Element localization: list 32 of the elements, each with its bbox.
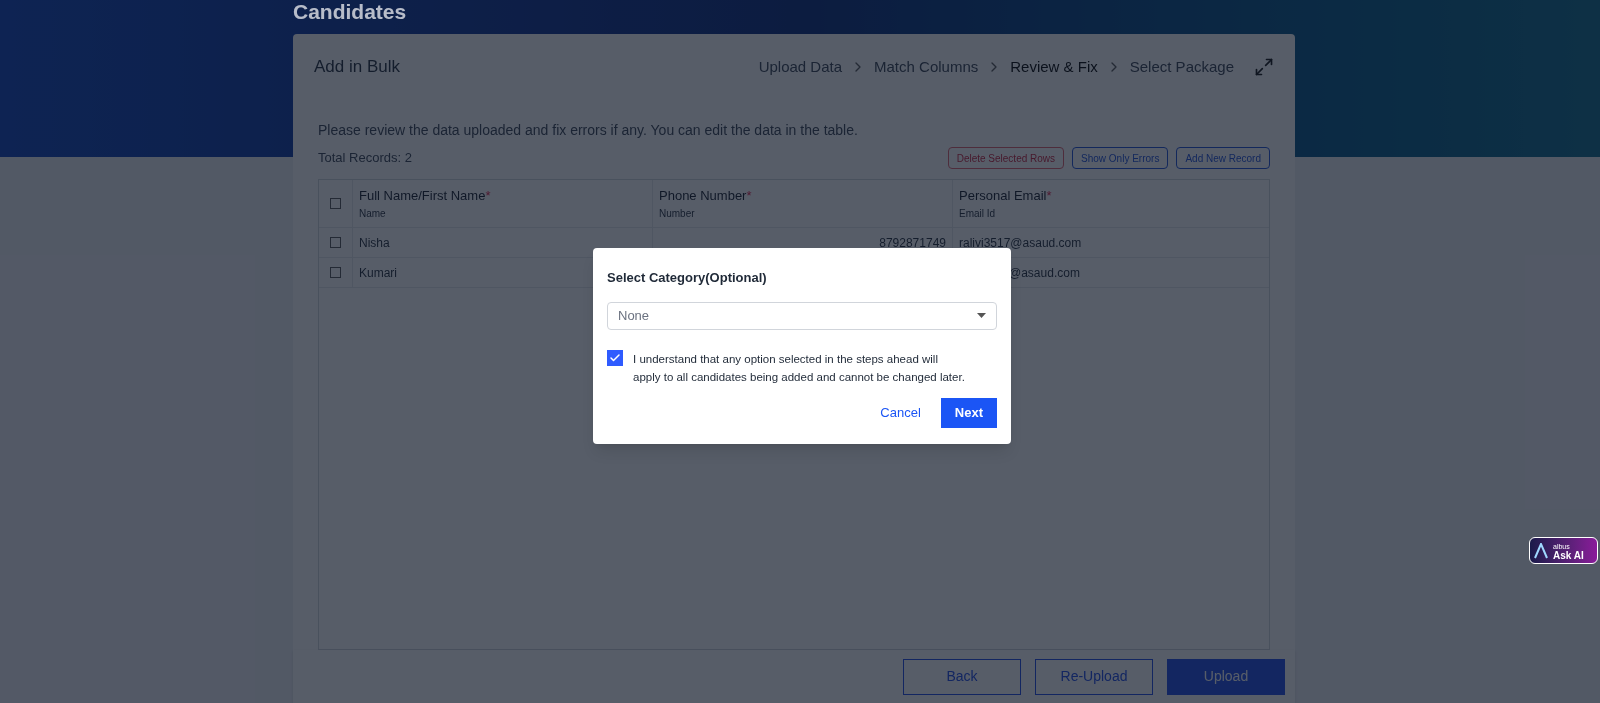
table-cell-text: Nisha (359, 234, 390, 252)
table-cell-text: Kumari (359, 264, 397, 282)
column-title: Phone Number (659, 187, 747, 205)
column-subtitle: Email Id (959, 206, 997, 221)
dialog-button[interactable]: Next (940, 397, 997, 428)
check-icon (609, 351, 621, 364)
ask-ai-label: Ask AI (1553, 550, 1584, 560)
logo-icon (1534, 542, 1548, 559)
dialog-button[interactable]: Cancel (880, 397, 921, 428)
column-title: Personal Email (959, 187, 1047, 205)
table-cell-text: @asaud.com (1009, 264, 1080, 282)
consent-checkbox[interactable] (607, 349, 623, 366)
total-records: Total Records: 2 (318, 149, 412, 168)
page-title: Candidates (293, 0, 408, 25)
step-label: Match Columns (874, 56, 979, 77)
required-mark: * (1046, 187, 1052, 205)
category-select[interactable]: None (607, 301, 997, 330)
column-subtitle: Name (359, 206, 387, 221)
required-mark: * (746, 187, 752, 205)
step-label: Upload Data (758, 56, 843, 77)
step-label: Select Package (1129, 56, 1234, 77)
required-mark: * (485, 187, 491, 205)
consent-text: I understand that any option selected in the steps ahead will apply to all candidates being added and cannot be changed later. (633, 351, 966, 385)
column-title: Full Name/First Name (359, 187, 486, 205)
step-label: Review & Fix (1010, 56, 1098, 77)
table-cell-text: ralivi3517@asaud.com (959, 234, 1082, 252)
instructions-text: Please review the data uploaded and fix errors if any. You can edit the data in the table. (318, 121, 859, 140)
table-cell-text: 8792871749 (879, 234, 946, 252)
caret-icon (977, 313, 986, 318)
dialog-title: Select Category(Optional) (607, 269, 768, 287)
column-subtitle: Number (659, 206, 696, 221)
card-title: Add in Bulk (314, 56, 400, 79)
